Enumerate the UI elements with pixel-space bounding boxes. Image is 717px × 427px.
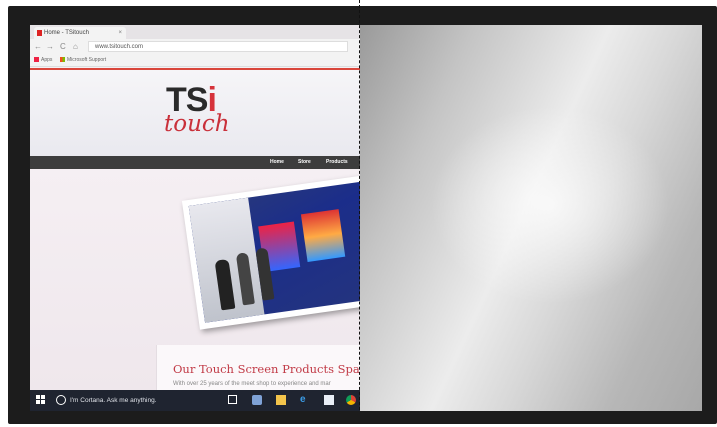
browser-tab-bar: Home - TSitouch × [30, 25, 360, 39]
forward-icon[interactable]: → [46, 42, 54, 51]
reload-icon[interactable]: C [60, 42, 66, 51]
store-icon[interactable] [324, 395, 334, 405]
microsoft-icon [60, 57, 65, 63]
browser-tab[interactable]: Home - TSitouch × [34, 27, 126, 39]
bookmark-apps-label: Apps [41, 57, 53, 63]
edge-browser-icon[interactable]: e [300, 395, 310, 405]
site-nav-menu: Home Store Products [30, 156, 360, 169]
tab-title: Home - TSitouch [44, 30, 89, 36]
cortana-icon[interactable] [56, 395, 66, 405]
tab-close-icon[interactable]: × [118, 27, 122, 39]
products-heading: Our Touch Screen Products Span T [173, 362, 360, 376]
url-input[interactable]: www.tsitouch.com [88, 41, 348, 52]
menu-products[interactable]: Products [326, 156, 348, 169]
chrome-icon[interactable] [346, 395, 356, 405]
bookmark-apps[interactable]: Apps [34, 55, 52, 66]
cortana-search-box[interactable]: I'm Cortana. Ask me anything. [70, 390, 157, 411]
hero-photo [181, 174, 360, 330]
bookmark-microsoft-label: Microsoft Support [67, 57, 107, 63]
monitor-screen: Home - TSitouch × ← → C ⌂ www.tsitouch.c… [30, 25, 702, 411]
logo-touch: touch [164, 111, 230, 137]
apps-icon [34, 57, 39, 63]
products-intro-text: With over 25 years of the meet shop to e… [173, 381, 331, 387]
photo-scene [188, 181, 360, 323]
screen-glare [430, 105, 670, 305]
task-view-icon[interactable] [228, 395, 237, 404]
menu-store[interactable]: Store [298, 156, 311, 169]
file-explorer-icon[interactable] [276, 395, 286, 405]
split-divider-line [359, 0, 360, 410]
back-icon[interactable]: ← [34, 42, 42, 51]
address-bar-row: ← → C ⌂ www.tsitouch.com [30, 39, 360, 55]
favicon-icon [37, 30, 42, 36]
kiosk-screen-2 [300, 209, 346, 262]
menu-home[interactable]: Home [270, 156, 284, 169]
windows-taskbar: I'm Cortana. Ask me anything. e [30, 390, 360, 411]
windows-start-icon[interactable] [36, 395, 46, 405]
settings-app-icon[interactable] [252, 395, 262, 405]
home-icon[interactable]: ⌂ [73, 42, 78, 51]
bookmarks-bar: Apps Microsoft Support [30, 55, 360, 67]
live-display-half: Home - TSitouch × ← → C ⌂ www.tsitouch.c… [30, 25, 360, 411]
bookmark-microsoft-support[interactable]: Microsoft Support [60, 55, 106, 66]
